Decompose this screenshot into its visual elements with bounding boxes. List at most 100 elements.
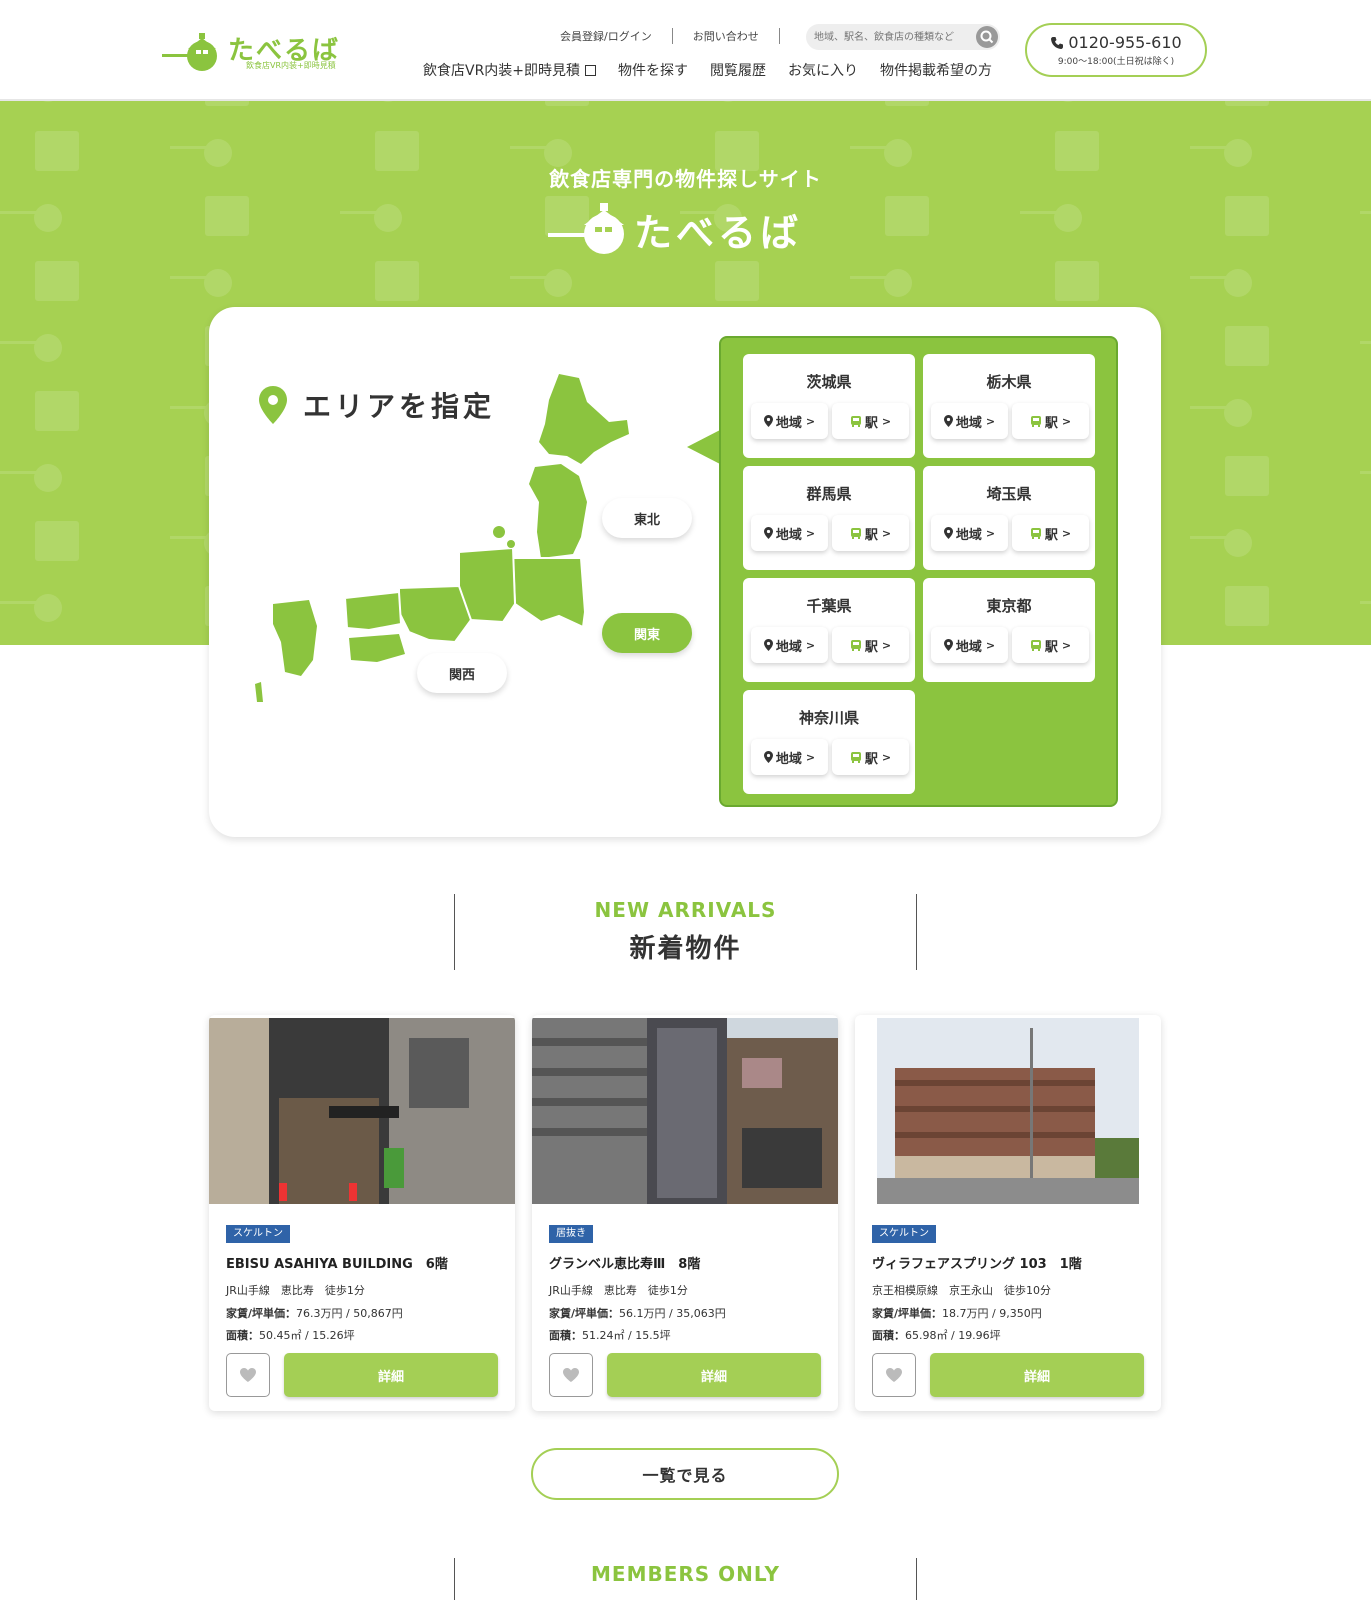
property-rent: 家賃/坪単価：56.1万円 / 35,063円 [549, 1305, 726, 1321]
property-station: JR山手線 恵比寿 徒歩1分 [549, 1284, 688, 1297]
station-label: 駅 [1044, 639, 1058, 655]
location-pin-icon [763, 527, 773, 539]
prefecture-name: 神奈川県 [798, 709, 859, 727]
site-header: たべるば 飲食店VR内装+即時見積 会員登録/ログイン お問い合わせ 飲食店VR… [0, 0, 1371, 101]
property-card[interactable]: スケルトン ヴィラフェアスプリング 103 1階 京王相模原線 京王永山 徒歩10分… [855, 1015, 1161, 1411]
main-nav: 飲食店VR内装+即時見積 物件を探す 閲覧履歴 お気に入り 物件掲載希望の方 [423, 60, 1014, 80]
map-hokkaido [539, 374, 629, 464]
contact-link[interactable]: お問い合わせ [693, 28, 759, 44]
region-tohoku-button[interactable]: 東北 [602, 498, 692, 538]
region-kansai-button[interactable]: 関西 [417, 653, 507, 693]
prefecture-card: 栃木県 地域 > 駅 > [923, 354, 1095, 458]
chevron-right-icon: > [805, 414, 816, 428]
section-title-ja: 新着物件 [629, 934, 742, 964]
chevron-right-icon: > [1061, 638, 1072, 652]
area-label: 地域 [955, 639, 982, 655]
search-by-area-button[interactable]: 地域 > [751, 739, 828, 775]
property-title[interactable]: ヴィラフェアスプリング 103 1階 [872, 1253, 1082, 1272]
heart-icon [240, 1368, 256, 1382]
search-by-area-button[interactable]: 地域 > [751, 515, 828, 551]
train-icon [1030, 639, 1041, 651]
region-kanto-button[interactable]: 関東 [602, 613, 692, 653]
nav-vr-estimate[interactable]: 飲食店VR内装+即時見積 [423, 60, 597, 80]
chevron-right-icon: > [881, 750, 892, 764]
station-label: 駅 [1044, 527, 1058, 543]
nav-search-property[interactable]: 物件を探す [618, 60, 688, 80]
utility-links: 会員登録/ログイン お問い合わせ [560, 28, 800, 44]
size-label: 面積： [549, 1329, 582, 1342]
property-card[interactable]: 居抜き グランベル恵比寿Ⅲ 8階 JR山手線 恵比寿 徒歩1分 家賃/坪単価：56.1… [532, 1015, 838, 1411]
station-label: 駅 [864, 527, 878, 543]
search-by-station-button[interactable]: 駅 > [1012, 627, 1089, 663]
chevron-right-icon: > [805, 638, 816, 652]
hero-logo-wordmark: たべるば [634, 211, 803, 255]
prefecture-card: 茨城県 地域 > 駅 > [743, 354, 915, 458]
phone-icon [1051, 36, 1064, 49]
train-icon [850, 751, 861, 763]
chevron-right-icon: > [985, 638, 996, 652]
favorite-button[interactable] [226, 1353, 270, 1397]
divider [778, 28, 780, 44]
search-by-area-button[interactable]: 地域 > [751, 403, 828, 439]
property-image[interactable] [209, 1018, 515, 1204]
divider [671, 28, 673, 44]
search-by-area-button[interactable]: 地域 > [751, 627, 828, 663]
search-by-area-button[interactable]: 地域 > [931, 627, 1008, 663]
detail-button[interactable]: 詳細 [930, 1353, 1144, 1397]
nav-favorites[interactable]: お気に入り [788, 60, 858, 80]
map-kansai [398, 584, 473, 644]
location-pin-icon [763, 751, 773, 763]
detail-button[interactable]: 詳細 [607, 1353, 821, 1397]
search-button[interactable] [976, 26, 998, 48]
site-logo[interactable]: たべるば 飲食店VR内装+即時見積 [162, 28, 348, 74]
search-by-station-button[interactable]: 駅 > [832, 739, 909, 775]
location-pin-icon [943, 527, 953, 539]
login-link[interactable]: 会員登録/ログイン [560, 28, 652, 44]
favorite-button[interactable] [872, 1353, 916, 1397]
chevron-right-icon: > [881, 526, 892, 540]
prefecture-card: 千葉県 地域 > 駅 > [743, 578, 915, 682]
location-pin-icon [943, 415, 953, 427]
property-photo [877, 1018, 1139, 1204]
search-icon [980, 30, 994, 44]
detail-button[interactable]: 詳細 [284, 1353, 498, 1397]
favorite-button[interactable] [549, 1353, 593, 1397]
property-rent: 家賃/坪単価：76.3万円 / 50,867円 [226, 1305, 403, 1321]
property-title[interactable]: EBISU ASAHIYA BUILDING 6階 [226, 1253, 448, 1272]
chevron-right-icon: > [985, 526, 996, 540]
rent-label: 家賃/坪単価： [549, 1307, 620, 1320]
chevron-right-icon: > [1061, 414, 1072, 428]
location-pin-icon [763, 639, 773, 651]
prefecture-card: 神奈川県地域 > 駅 > [743, 690, 915, 794]
search-by-station-button[interactable]: 駅 > [832, 627, 909, 663]
nav-list-property[interactable]: 物件掲載希望の方 [880, 60, 992, 80]
area-label: 地域 [955, 415, 982, 431]
chevron-right-icon: > [881, 414, 892, 428]
view-all-button[interactable]: 一覧で見る [531, 1448, 839, 1500]
nav-history[interactable]: 閲覧履歴 [710, 60, 766, 80]
chevron-right-icon: > [805, 750, 816, 764]
station-label: 駅 [864, 639, 878, 655]
search-input[interactable] [814, 24, 974, 50]
search-by-station-button[interactable]: 駅 > [832, 515, 909, 551]
chevron-right-icon: > [881, 638, 892, 652]
nav-label: お気に入り [788, 63, 859, 79]
search-by-area-button[interactable]: 地域 > [931, 403, 1008, 439]
rent-value: 76.3万円 / 50,867円 [296, 1307, 403, 1320]
area-label: 地域 [955, 527, 982, 543]
rent-value: 18.7万円 / 9,350円 [942, 1307, 1042, 1320]
members-only-heading: MEMBERS ONLY [454, 1558, 917, 1600]
area-label: 地域 [775, 639, 802, 655]
search-by-station-button[interactable]: 駅 > [1012, 403, 1089, 439]
property-card[interactable]: スケルトン EBISU ASAHIYA BUILDING 6階 JR山手線 恵比寿 … [209, 1015, 515, 1411]
search-by-area-button[interactable]: 地域 > [931, 515, 1008, 551]
search-by-station-button[interactable]: 駅 > [832, 403, 909, 439]
location-pin-icon [763, 415, 773, 427]
property-title[interactable]: グランベル恵比寿Ⅲ 8階 [549, 1253, 700, 1272]
property-tag: スケルトン [872, 1225, 936, 1243]
prefecture-name: 栃木県 [986, 373, 1032, 391]
search-by-station-button[interactable]: 駅 > [1012, 515, 1089, 551]
phone-contact[interactable]: 0120-955-610 9:00〜18:00(土日祝は除く) [1025, 23, 1207, 77]
property-image[interactable] [532, 1018, 838, 1204]
property-image[interactable] [855, 1018, 1161, 1204]
